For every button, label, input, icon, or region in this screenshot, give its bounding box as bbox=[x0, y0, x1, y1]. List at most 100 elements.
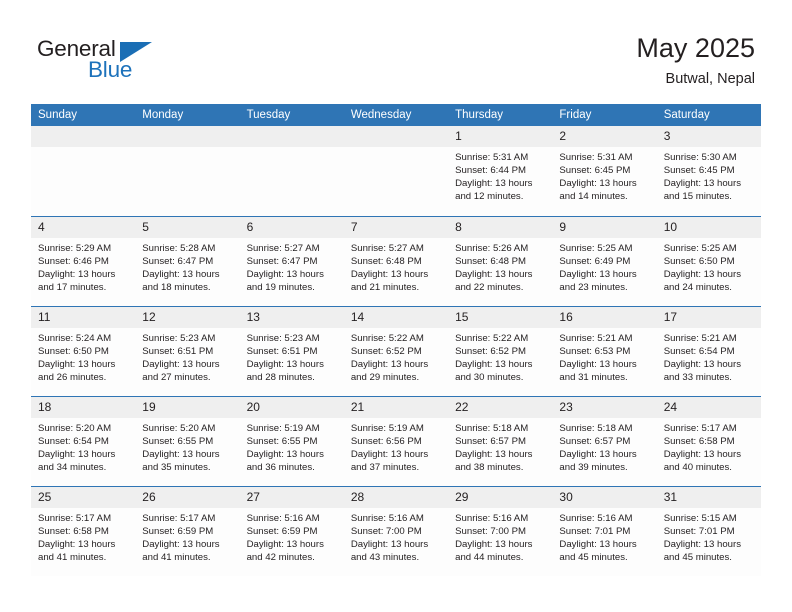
calendar-day-cell[interactable]: 15 Sunrise: 5:22 AM Sunset: 6:52 PM Dayligh… bbox=[448, 305, 553, 396]
weekday-header-sunday: Sunday bbox=[31, 104, 136, 126]
sunset-time: Sunset: 6:52 PM bbox=[455, 345, 527, 357]
page-title: May 2025 bbox=[636, 33, 755, 63]
sunrise-time: Sunrise: 5:16 AM bbox=[455, 512, 529, 524]
daylight-duration-line2: and 19 minutes. bbox=[246, 281, 315, 293]
sunset-time: Sunset: 7:01 PM bbox=[663, 525, 735, 537]
daylight-duration-line2: and 45 minutes. bbox=[559, 551, 628, 563]
calendar-day-cell[interactable]: 30 Sunrise: 5:16 AM Sunset: 7:01 PM Dayligh… bbox=[552, 485, 657, 576]
sunset-time: Sunset: 6:44 PM bbox=[455, 165, 527, 177]
sunrise-time: Sunrise: 5:23 AM bbox=[246, 332, 320, 344]
calendar-day-cell[interactable]: 12 Sunrise: 5:23 AM Sunset: 6:51 PM Dayligh… bbox=[135, 305, 240, 396]
sunset-time: Sunset: 7:00 PM bbox=[455, 525, 527, 537]
calendar-day-cell[interactable]: 16 Sunrise: 5:21 AM Sunset: 6:53 PM Dayligh… bbox=[552, 305, 657, 396]
day-number: 11 bbox=[31, 306, 136, 328]
day-number: 18 bbox=[31, 396, 136, 418]
calendar-day-cell[interactable]: 24 Sunrise: 5:17 AM Sunset: 6:58 PM Dayligh… bbox=[656, 395, 761, 486]
daylight-duration-line1: Daylight: 13 hours bbox=[559, 538, 637, 550]
daylight-duration-line1: Daylight: 13 hours bbox=[142, 268, 220, 280]
day-number bbox=[343, 126, 449, 147]
brand-logo[interactable]: General Blue bbox=[37, 36, 227, 92]
calendar-day-cell[interactable]: 27 Sunrise: 5:16 AM Sunset: 6:59 PM Dayligh… bbox=[239, 485, 344, 576]
calendar-day-cell[interactable]: 31 Sunrise: 5:15 AM Sunset: 7:01 PM Dayligh… bbox=[656, 485, 761, 576]
calendar-day-cell[interactable]: 18 Sunrise: 5:20 AM Sunset: 6:54 PM Dayligh… bbox=[31, 395, 136, 486]
daylight-duration-line2: and 45 minutes. bbox=[663, 551, 732, 563]
day-sun-info: Sunrise: 5:25 AM Sunset: 6:50 PM Daylight:… bbox=[657, 238, 761, 294]
sunset-time: Sunset: 6:53 PM bbox=[559, 345, 631, 357]
calendar-day-cell[interactable]: 11 Sunrise: 5:24 AM Sunset: 6:50 PM Dayligh… bbox=[31, 305, 136, 396]
calendar-day-cell[interactable]: 21 Sunrise: 5:19 AM Sunset: 6:56 PM Dayligh… bbox=[343, 395, 449, 486]
daylight-duration-line2: and 36 minutes. bbox=[246, 461, 315, 473]
day-number: 21 bbox=[343, 396, 449, 418]
day-sun-info: Sunrise: 5:15 AM Sunset: 7:01 PM Daylight:… bbox=[657, 508, 761, 564]
daylight-duration-line1: Daylight: 13 hours bbox=[246, 538, 324, 550]
calendar-day-cell[interactable]: 3 Sunrise: 5:30 AM Sunset: 6:45 PM Daylight… bbox=[656, 126, 761, 216]
daylight-duration-line1: Daylight: 13 hours bbox=[455, 358, 533, 370]
day-sun-info: Sunrise: 5:29 AM Sunset: 6:46 PM Daylight:… bbox=[31, 238, 135, 294]
day-sun-info: Sunrise: 5:20 AM Sunset: 6:54 PM Daylight:… bbox=[31, 418, 135, 474]
day-number: 6 bbox=[239, 216, 344, 238]
calendar-header-row: Sunday Monday Tuesday Wednesday Thursday… bbox=[31, 104, 761, 126]
daylight-duration-line1: Daylight: 13 hours bbox=[455, 538, 533, 550]
daylight-duration-line2: and 26 minutes. bbox=[38, 371, 107, 383]
calendar-day-cell[interactable]: 7 Sunrise: 5:27 AM Sunset: 6:48 PM Daylight… bbox=[343, 215, 449, 306]
day-sun-info: Sunrise: 5:16 AM Sunset: 7:01 PM Daylight:… bbox=[552, 508, 656, 564]
calendar-week-row: 18 Sunrise: 5:20 AM Sunset: 6:54 PM Dayligh… bbox=[31, 395, 761, 486]
daylight-duration-line1: Daylight: 13 hours bbox=[663, 538, 742, 550]
calendar-day-cell[interactable]: 28 Sunrise: 5:16 AM Sunset: 7:00 PM Dayligh… bbox=[343, 485, 449, 576]
daylight-duration-line1: Daylight: 13 hours bbox=[142, 448, 220, 460]
calendar-day-cell[interactable]: 4 Sunrise: 5:29 AM Sunset: 6:46 PM Daylight… bbox=[31, 215, 136, 306]
sunset-time: Sunset: 7:00 PM bbox=[350, 525, 422, 537]
daylight-duration-line2: and 28 minutes. bbox=[246, 371, 315, 383]
day-number: 27 bbox=[239, 486, 344, 508]
day-sun-info: Sunrise: 5:21 AM Sunset: 6:54 PM Daylight:… bbox=[657, 328, 761, 384]
sunset-time: Sunset: 6:57 PM bbox=[559, 435, 631, 447]
calendar-day-cell[interactable]: 19 Sunrise: 5:20 AM Sunset: 6:55 PM Dayligh… bbox=[135, 395, 240, 486]
daylight-duration-line2: and 42 minutes. bbox=[246, 551, 315, 563]
daylight-duration-line2: and 27 minutes. bbox=[142, 371, 211, 383]
day-sun-info: Sunrise: 5:16 AM Sunset: 6:59 PM Daylight:… bbox=[240, 508, 344, 564]
page-subtitle: Butwal, Nepal bbox=[665, 71, 755, 87]
daylight-duration-line2: and 43 minutes. bbox=[350, 551, 420, 563]
calendar-day-cell[interactable]: 14 Sunrise: 5:22 AM Sunset: 6:52 PM Dayligh… bbox=[343, 305, 449, 396]
calendar-day-cell[interactable]: 2 Sunrise: 5:31 AM Sunset: 6:45 PM Daylight… bbox=[552, 126, 657, 216]
daylight-duration-line1: Daylight: 13 hours bbox=[559, 358, 637, 370]
daylight-duration-line1: Daylight: 13 hours bbox=[246, 448, 324, 460]
calendar-day-cell[interactable]: 6 Sunrise: 5:27 AM Sunset: 6:47 PM Daylight… bbox=[239, 215, 344, 306]
calendar-day-cell[interactable]: 13 Sunrise: 5:23 AM Sunset: 6:51 PM Dayligh… bbox=[239, 305, 344, 396]
daylight-duration-line1: Daylight: 13 hours bbox=[455, 268, 533, 280]
day-number bbox=[239, 126, 344, 147]
calendar-day-cell[interactable]: 10 Sunrise: 5:25 AM Sunset: 6:50 PM Dayligh… bbox=[656, 215, 761, 306]
calendar-day-cell[interactable]: 5 Sunrise: 5:28 AM Sunset: 6:47 PM Daylight… bbox=[135, 215, 240, 306]
day-sun-info: Sunrise: 5:17 AM Sunset: 6:58 PM Daylight:… bbox=[657, 418, 761, 474]
sunrise-time: Sunrise: 5:24 AM bbox=[38, 332, 112, 344]
day-sun-info: Sunrise: 5:19 AM Sunset: 6:55 PM Daylight:… bbox=[240, 418, 344, 474]
weekday-header-saturday: Saturday bbox=[656, 104, 761, 126]
sunrise-time: Sunrise: 5:15 AM bbox=[663, 512, 737, 524]
day-sun-info: Sunrise: 5:26 AM Sunset: 6:48 PM Daylight:… bbox=[448, 238, 552, 294]
sunset-time: Sunset: 6:54 PM bbox=[38, 435, 109, 447]
calendar-day-cell[interactable]: 22 Sunrise: 5:18 AM Sunset: 6:57 PM Dayligh… bbox=[448, 395, 553, 486]
calendar-day-cell[interactable]: 1 Sunrise: 5:31 AM Sunset: 6:44 PM Daylight… bbox=[448, 126, 553, 216]
calendar-day-cell[interactable]: 25 Sunrise: 5:17 AM Sunset: 6:58 PM Dayligh… bbox=[31, 485, 136, 576]
calendar-cell-empty bbox=[343, 126, 449, 216]
calendar-day-cell[interactable]: 23 Sunrise: 5:18 AM Sunset: 6:57 PM Dayligh… bbox=[552, 395, 657, 486]
weekday-header-friday: Friday bbox=[552, 104, 657, 126]
calendar-day-cell[interactable]: 8 Sunrise: 5:26 AM Sunset: 6:48 PM Daylight… bbox=[448, 215, 553, 306]
daylight-duration-line2: and 24 minutes. bbox=[663, 281, 732, 293]
calendar-day-cell[interactable]: 17 Sunrise: 5:21 AM Sunset: 6:54 PM Dayligh… bbox=[656, 305, 761, 396]
daylight-duration-line1: Daylight: 13 hours bbox=[350, 358, 429, 370]
daylight-duration-line1: Daylight: 13 hours bbox=[663, 178, 742, 190]
day-number: 25 bbox=[31, 486, 136, 508]
day-number: 31 bbox=[656, 486, 761, 508]
sunset-time: Sunset: 6:54 PM bbox=[663, 345, 735, 357]
calendar-day-cell[interactable]: 26 Sunrise: 5:17 AM Sunset: 6:59 PM Dayligh… bbox=[135, 485, 240, 576]
daylight-duration-line2: and 18 minutes. bbox=[142, 281, 211, 293]
sunset-time: Sunset: 6:57 PM bbox=[455, 435, 527, 447]
calendar-week-row: 11 Sunrise: 5:24 AM Sunset: 6:50 PM Dayligh… bbox=[31, 305, 761, 396]
sunset-time: Sunset: 6:45 PM bbox=[663, 165, 735, 177]
calendar-day-cell[interactable]: 20 Sunrise: 5:19 AM Sunset: 6:55 PM Dayligh… bbox=[239, 395, 344, 486]
sunset-time: Sunset: 6:59 PM bbox=[142, 525, 214, 537]
day-number: 24 bbox=[656, 396, 761, 418]
calendar-day-cell[interactable]: 9 Sunrise: 5:25 AM Sunset: 6:49 PM Daylight… bbox=[552, 215, 657, 306]
calendar-day-cell[interactable]: 29 Sunrise: 5:16 AM Sunset: 7:00 PM Dayligh… bbox=[448, 485, 553, 576]
